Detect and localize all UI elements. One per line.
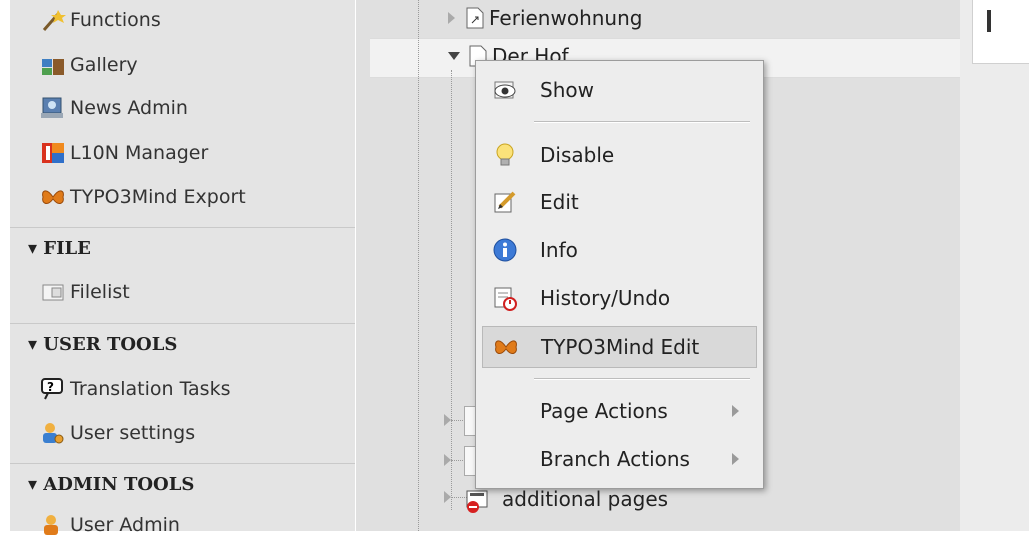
text-cursor-icon (987, 10, 991, 32)
module-label: L10N Manager (70, 142, 209, 164)
folder-restricted-icon (464, 485, 492, 513)
module-typo3mind-export[interactable]: TYPO3Mind Export (40, 182, 246, 212)
bulb-icon (492, 142, 518, 168)
module-label: Translation Tasks (70, 378, 231, 400)
context-menu: Show Disable Edit Info History/Undo TYPO… (475, 60, 764, 489)
module-gallery[interactable]: Gallery (40, 50, 138, 80)
menu-item-label: TYPO3Mind Edit (541, 335, 700, 359)
module-translation-tasks[interactable]: ? Translation Tasks (40, 374, 230, 404)
history-icon (492, 285, 518, 311)
section-title: ▾ FILE (28, 238, 91, 259)
butterfly-icon (493, 334, 519, 360)
tree-guide-line (418, 0, 419, 531)
menu-item-page-actions[interactable]: Page Actions (482, 390, 757, 432)
content-panel (972, 0, 1029, 64)
menu-item-label: Branch Actions (540, 447, 690, 471)
module-functions[interactable]: Functions (40, 5, 161, 35)
menu-item-typo3mind-edit[interactable]: TYPO3Mind Edit (482, 326, 757, 368)
tree-node-ferienwohnung[interactable]: Ferienwohnung (448, 6, 642, 30)
page-link-icon (465, 6, 485, 30)
module-label: User Admin (70, 514, 180, 536)
tree-guide-line (451, 70, 452, 510)
menu-item-edit[interactable]: Edit (482, 181, 757, 223)
user-settings-icon (40, 421, 66, 445)
menu-separator (534, 121, 750, 123)
menu-item-label: Edit (540, 190, 579, 214)
submenu-arrow-icon (732, 453, 739, 465)
module-label: Filelist (70, 281, 130, 303)
gallery-icon (40, 53, 66, 77)
menu-item-history-undo[interactable]: History/Undo (482, 277, 757, 319)
menu-item-show[interactable]: Show (482, 69, 757, 111)
section-user-tools[interactable]: ▾ USER TOOLS (10, 323, 355, 368)
menu-item-branch-actions[interactable]: Branch Actions (482, 438, 757, 480)
menu-item-label: Info (540, 238, 578, 262)
module-l10n-manager[interactable]: L10N Manager (40, 138, 208, 168)
translation-icon: ? (40, 377, 66, 401)
module-label: User settings (70, 422, 196, 444)
show-icon (492, 77, 518, 103)
module-label: TYPO3Mind Export (70, 186, 246, 208)
tree-node-label: Ferienwohnung (489, 6, 643, 30)
module-label: Gallery (70, 54, 138, 76)
wand-icon (40, 8, 66, 32)
expand-icon[interactable] (448, 12, 455, 24)
user-admin-icon (40, 513, 66, 537)
module-user-settings[interactable]: User settings (40, 418, 195, 448)
section-admin-tools[interactable]: ▾ ADMIN TOOLS (10, 463, 355, 508)
edit-icon (492, 189, 518, 215)
menu-item-label: Disable (540, 143, 615, 167)
submenu-arrow-icon (732, 405, 739, 417)
news-icon (40, 96, 66, 120)
menu-item-info[interactable]: Info (482, 229, 757, 271)
menu-item-disable[interactable]: Disable (482, 134, 757, 176)
menu-item-label: History/Undo (540, 286, 671, 310)
expand-icon[interactable] (444, 491, 451, 503)
menu-item-label: Page Actions (540, 399, 668, 423)
module-label: News Admin (70, 97, 188, 119)
tree-node-label: additional pages (502, 487, 669, 511)
svg-text:?: ? (47, 380, 54, 394)
section-file[interactable]: ▾ FILE (10, 227, 355, 272)
filelist-icon (40, 280, 66, 304)
module-menu: Functions Gallery News Admin L10N Manage… (0, 0, 356, 536)
section-title: ▾ USER TOOLS (28, 334, 178, 355)
menu-separator (534, 378, 750, 380)
menu-item-label: Show (540, 78, 594, 102)
collapse-icon[interactable] (448, 52, 460, 60)
module-label: Functions (70, 9, 161, 31)
l10n-icon (40, 141, 66, 165)
tree-node-additional-pages[interactable]: additional pages (464, 485, 668, 513)
module-user-admin[interactable]: User Admin (40, 510, 180, 540)
content-area (960, 0, 1029, 531)
module-news-admin[interactable]: News Admin (40, 93, 188, 123)
section-title: ▾ ADMIN TOOLS (28, 474, 195, 495)
expand-icon[interactable] (444, 454, 451, 466)
module-filelist[interactable]: Filelist (40, 277, 130, 307)
expand-icon[interactable] (444, 414, 451, 426)
info-icon (492, 237, 518, 263)
butterfly-icon (40, 185, 66, 209)
